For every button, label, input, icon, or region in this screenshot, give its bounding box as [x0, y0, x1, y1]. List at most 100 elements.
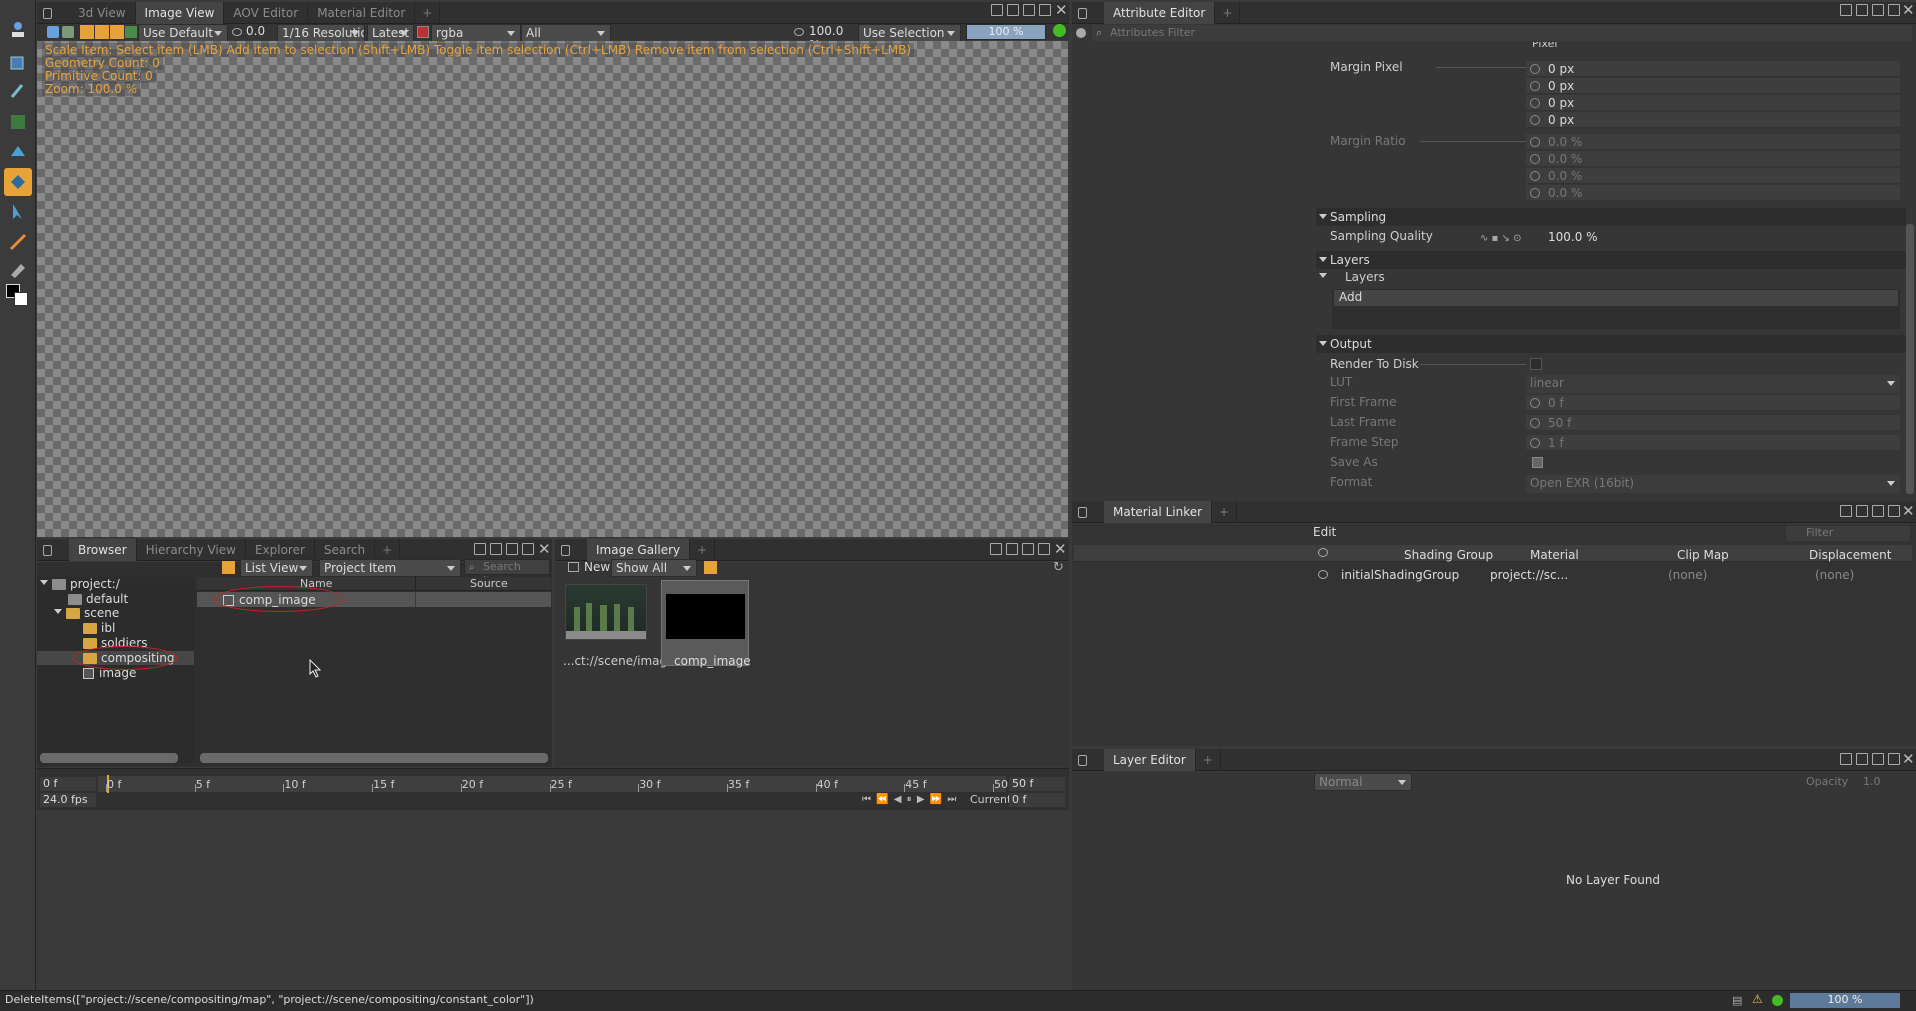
- add-tab-button[interactable]: +: [690, 538, 716, 561]
- clip-map-cell[interactable]: (none): [1668, 568, 1707, 582]
- layout-icon[interactable]: [474, 543, 486, 555]
- layout-icon[interactable]: [1856, 753, 1868, 765]
- layout-icon[interactable]: [1840, 505, 1852, 517]
- tab-search[interactable]: Search: [315, 538, 376, 561]
- attributes-filter-input[interactable]: Attributes Filter: [1092, 25, 1912, 41]
- compare-icon[interactable]: [62, 26, 74, 38]
- column-clip-map[interactable]: Clip Map: [1677, 548, 1729, 562]
- column-shading-group[interactable]: Shading Group: [1404, 548, 1493, 562]
- lock-icon[interactable]: [43, 8, 52, 19]
- layout-icon[interactable]: [1007, 4, 1019, 16]
- add-layer-button[interactable]: Add: [1334, 290, 1898, 306]
- add-tab-button[interactable]: +: [1196, 748, 1221, 771]
- margin-ratio-field-3[interactable]: 0.0 %: [1526, 168, 1900, 184]
- tree-item-project[interactable]: project:/: [40, 577, 120, 591]
- select-tool-icon[interactable]: [4, 198, 32, 226]
- layout-icon[interactable]: [1856, 505, 1868, 517]
- layers-section-header[interactable]: Layers: [1316, 251, 1906, 269]
- fps-field[interactable]: 24.0 fps: [40, 793, 96, 807]
- shading-group-cell[interactable]: initialShadingGroup: [1341, 568, 1459, 582]
- item-type-dropdown[interactable]: Project Item: [319, 559, 461, 577]
- channel-dropdown[interactable]: rgba: [431, 24, 521, 42]
- sampling-quality-field[interactable]: 100.0 %: [1548, 230, 1598, 244]
- visibility-icon[interactable]: [1318, 548, 1328, 557]
- tree-item-default[interactable]: default: [68, 592, 128, 606]
- list-view-dropdown[interactable]: List View: [240, 559, 313, 577]
- margin-mode-dropdown[interactable]: Pixel: [1526, 42, 1900, 52]
- layout-icon[interactable]: [1840, 4, 1852, 16]
- format-dropdown[interactable]: Open EXR (16bit): [1526, 475, 1900, 493]
- lock-icon[interactable]: [1078, 755, 1087, 766]
- gallery-filter-dropdown[interactable]: Show All: [611, 559, 697, 577]
- column-material[interactable]: Material: [1530, 548, 1579, 562]
- end-frame-field[interactable]: 50 f: [1009, 777, 1065, 791]
- material-filter-input[interactable]: Filter: [1786, 526, 1910, 541]
- row-visibility-icon[interactable]: [1318, 570, 1328, 579]
- layout-icon[interactable]: [1872, 4, 1884, 16]
- layout-icon[interactable]: [1856, 4, 1868, 16]
- current-frame-field[interactable]: 0 f: [1009, 793, 1065, 807]
- start-frame-field[interactable]: 0 f: [40, 777, 96, 791]
- tab-image-view[interactable]: Image View: [135, 1, 225, 24]
- add-tab-button[interactable]: +: [1212, 500, 1238, 523]
- layout-icon[interactable]: [1872, 505, 1884, 517]
- displacement-cell[interactable]: (none): [1815, 568, 1854, 582]
- curve-icon[interactable]: ∿ ▪ ↘ ⊙: [1480, 233, 1521, 244]
- background-color-swatch[interactable]: [14, 292, 28, 306]
- maximize-icon[interactable]: [1888, 753, 1900, 765]
- filter-toggle-icon[interactable]: [1076, 28, 1086, 38]
- layout-icon[interactable]: [490, 543, 502, 555]
- tab-image-gallery[interactable]: Image Gallery: [587, 538, 691, 561]
- search-items-input[interactable]: Search Items: [464, 559, 550, 587]
- tab-hierarchy-view[interactable]: Hierarchy View: [137, 538, 246, 561]
- layout-icon[interactable]: [1023, 4, 1035, 16]
- opacity-field[interactable]: 1.0: [1863, 775, 1881, 788]
- paint-tool-icon[interactable]: [4, 138, 32, 166]
- maximize-icon[interactable]: [522, 543, 534, 555]
- browse-file-icon[interactable]: [1532, 457, 1543, 468]
- tree-item-ibl[interactable]: ibl: [83, 621, 115, 635]
- playback-controls[interactable]: ⏮ ⏪ ◀ ⏸ ▶ ⏩ ⏭: [862, 794, 957, 805]
- image-tool-icon[interactable]: [4, 108, 32, 136]
- eraser-icon[interactable]: [4, 256, 32, 284]
- add-tab-button[interactable]: +: [1215, 1, 1241, 24]
- tab-layer-editor[interactable]: Layer Editor: [1104, 748, 1196, 771]
- region-toggle-icon[interactable]: [95, 25, 109, 39]
- lock-icon[interactable]: [561, 545, 570, 556]
- eyedropper-icon[interactable]: [4, 76, 32, 104]
- tab-material-linker[interactable]: Material Linker: [1104, 500, 1213, 523]
- last-frame-field[interactable]: 50 f: [1526, 415, 1900, 431]
- snapshot-icon[interactable]: [47, 26, 59, 38]
- first-frame-field[interactable]: 0 f: [1526, 395, 1900, 411]
- close-icon[interactable]: ✕: [1902, 1, 1915, 19]
- output-section-header[interactable]: Output: [1316, 335, 1906, 353]
- new-button[interactable]: New: [584, 560, 610, 574]
- margin-ratio-field-4[interactable]: 0.0 %: [1526, 185, 1900, 201]
- layout-icon[interactable]: [991, 4, 1003, 16]
- lut-dropdown[interactable]: linear: [1526, 375, 1900, 393]
- render-to-disk-checkbox[interactable]: [1530, 358, 1542, 370]
- margin-ratio-field-2[interactable]: 0.0 %: [1526, 151, 1900, 167]
- frame-step-field[interactable]: 1 f: [1526, 435, 1900, 451]
- box-tool-icon[interactable]: [4, 48, 32, 76]
- version-dropdown[interactable]: Latest: [367, 24, 414, 42]
- image-viewport[interactable]: [37, 41, 1068, 537]
- tree-scrollbar[interactable]: [40, 753, 178, 763]
- lock-icon[interactable]: [1078, 8, 1087, 19]
- margin-pixel-field-2[interactable]: 0 px: [1526, 78, 1900, 94]
- lut-dropdown[interactable]: Use Default: [138, 24, 228, 42]
- edit-menu[interactable]: Edit: [1313, 525, 1336, 539]
- blend-mode-dropdown[interactable]: Normal: [1314, 773, 1412, 791]
- overlay-toggle-icon[interactable]: [110, 25, 124, 39]
- margin-pixel-field-1[interactable]: 0 px: [1526, 61, 1900, 77]
- layout-icon[interactable]: [1022, 543, 1034, 555]
- render-status-icon[interactable]: [1053, 24, 1066, 37]
- checker-toggle-icon[interactable]: [80, 25, 94, 39]
- refresh-icon[interactable]: ↻: [1053, 560, 1064, 575]
- maximize-icon[interactable]: [1888, 505, 1900, 517]
- resolution-dropdown[interactable]: 1/16 Resolution: [277, 24, 365, 42]
- tab-aov-editor[interactable]: AOV Editor: [224, 1, 309, 24]
- margin-pixel-field-3[interactable]: 0 px: [1526, 95, 1900, 111]
- layout-icon[interactable]: [990, 543, 1002, 555]
- margin-ratio-field-1[interactable]: 0.0 %: [1526, 134, 1900, 150]
